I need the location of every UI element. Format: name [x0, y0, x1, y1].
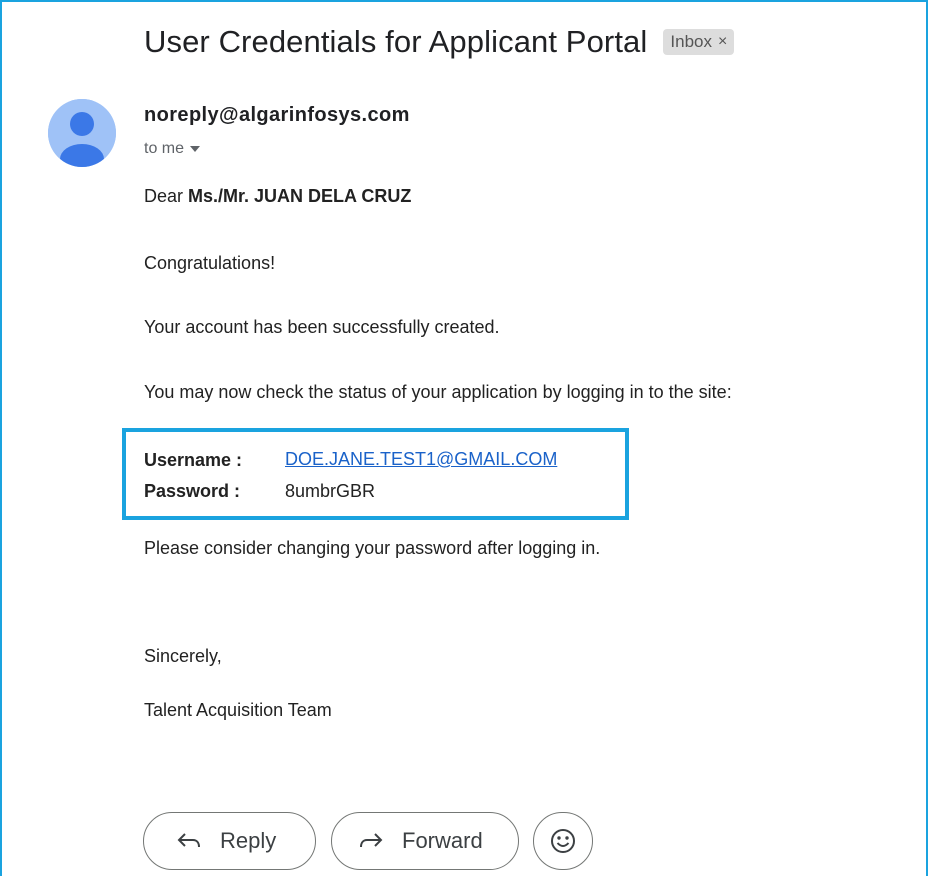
- password-value: 8umbrGBR: [285, 481, 376, 501]
- person-avatar-icon: [48, 99, 116, 167]
- username-label: Username :: [144, 450, 243, 470]
- congrats-text: Congratulations!: [144, 253, 276, 273]
- sender-avatar[interactable]: [48, 99, 116, 167]
- remove-label-icon[interactable]: ×: [718, 33, 727, 51]
- password-label: Password :: [144, 481, 241, 501]
- emoji-reaction-button[interactable]: [533, 812, 593, 870]
- reply-button[interactable]: Reply: [143, 812, 316, 870]
- change-password-text: Please consider changing your password a…: [144, 538, 601, 558]
- signature-text: Talent Acquisition Team: [144, 700, 332, 720]
- sender-address[interactable]: noreply@algarinfosys.com: [144, 104, 410, 127]
- forward-arrow-icon: [360, 833, 383, 848]
- credentials-highlight-box: [122, 428, 629, 520]
- check-status-text: You may now check the status of your app…: [144, 382, 732, 402]
- recipient-line[interactable]: to me: [144, 140, 201, 158]
- account-created-text: Your account has been successfully creat…: [144, 317, 500, 337]
- greeting-prefix: Dear: [144, 186, 189, 206]
- closing-text: Sincerely,: [144, 646, 222, 666]
- inbox-label-text: Inbox: [670, 32, 712, 51]
- inbox-label-chip[interactable]: Inbox ×: [663, 29, 735, 55]
- greeting: Dear Ms./Mr. JUAN DELA CRUZ: [144, 186, 411, 207]
- reply-arrow-icon: [177, 833, 200, 848]
- forward-button[interactable]: Forward: [331, 812, 519, 870]
- email-subject: User Credentials for Applicant Portal: [144, 24, 648, 59]
- username-link[interactable]: DOE.JANE.TEST1@GMAIL.COM: [285, 449, 557, 470]
- reply-label: Reply: [220, 828, 277, 853]
- email-header: User Credentials for Applicant Portal In…: [144, 24, 735, 60]
- smiley-icon: [551, 829, 575, 853]
- recipient-text: to me: [144, 140, 185, 157]
- forward-label: Forward: [402, 828, 483, 853]
- caret-down-icon[interactable]: [190, 146, 201, 152]
- greeting-name: Ms./Mr. JUAN DELA CRUZ: [188, 186, 412, 206]
